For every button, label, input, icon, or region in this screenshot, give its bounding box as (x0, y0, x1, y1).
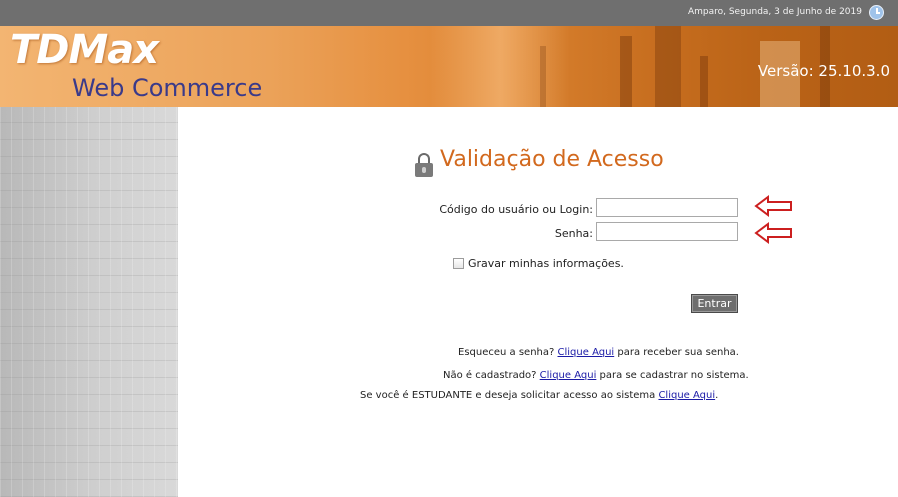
arrow-left-icon (754, 222, 792, 244)
student-link[interactable]: Clique Aqui (658, 390, 715, 401)
remember-checkbox[interactable] (453, 258, 464, 269)
register-prefix: Não é cadastrado? (443, 370, 537, 381)
password-label: Senha: (554, 227, 593, 240)
student-prefix: Se você é ESTUDANTE e deseja solicitar a… (360, 390, 656, 401)
remember-label[interactable]: Gravar minhas informações. (468, 257, 624, 270)
password-input[interactable] (596, 222, 738, 241)
forgot-password-link[interactable]: Clique Aqui (558, 347, 615, 358)
forgot-password-line: Esqueceu a senha? Clique Aqui para receb… (458, 347, 739, 358)
banner-light (430, 26, 570, 107)
forgot-suffix: para receber sua senha. (617, 347, 739, 358)
arrow-left-icon (754, 195, 792, 217)
version-label: Versão: 25.10.3.0 (757, 62, 890, 80)
student-line: Se você é ESTUDANTE e deseja solicitar a… (360, 390, 718, 401)
logo-subtitle: Web Commerce (72, 74, 263, 102)
banner-decoration (620, 36, 632, 107)
student-suffix: . (715, 390, 719, 401)
banner-decoration (540, 46, 546, 107)
banner-decoration (700, 56, 708, 107)
logo-title: TDMax (10, 27, 159, 73)
login-label: Código do usuário ou Login: (439, 203, 593, 216)
top-bar: Amparo, Segunda, 3 de Junho de 2019 (0, 0, 898, 26)
clock-icon (869, 5, 884, 20)
forgot-prefix: Esqueceu a senha? (458, 347, 555, 358)
login-panel: Validação de Acesso Código do usuário ou… (178, 107, 898, 497)
banner-decoration (655, 26, 681, 107)
login-input[interactable] (596, 198, 738, 217)
date-text: Amparo, Segunda, 3 de Junho de 2019 (687, 7, 862, 17)
register-link[interactable]: Clique Aqui (540, 370, 597, 381)
page-title: Validação de Acesso (440, 147, 664, 172)
lock-icon (414, 153, 434, 177)
submit-button[interactable]: Entrar (691, 294, 738, 313)
sidebar-decoration (0, 107, 178, 497)
register-suffix: para se cadastrar no sistema. (599, 370, 749, 381)
lock-body (415, 163, 433, 177)
register-line: Não é cadastrado? Clique Aqui para se ca… (443, 370, 749, 381)
